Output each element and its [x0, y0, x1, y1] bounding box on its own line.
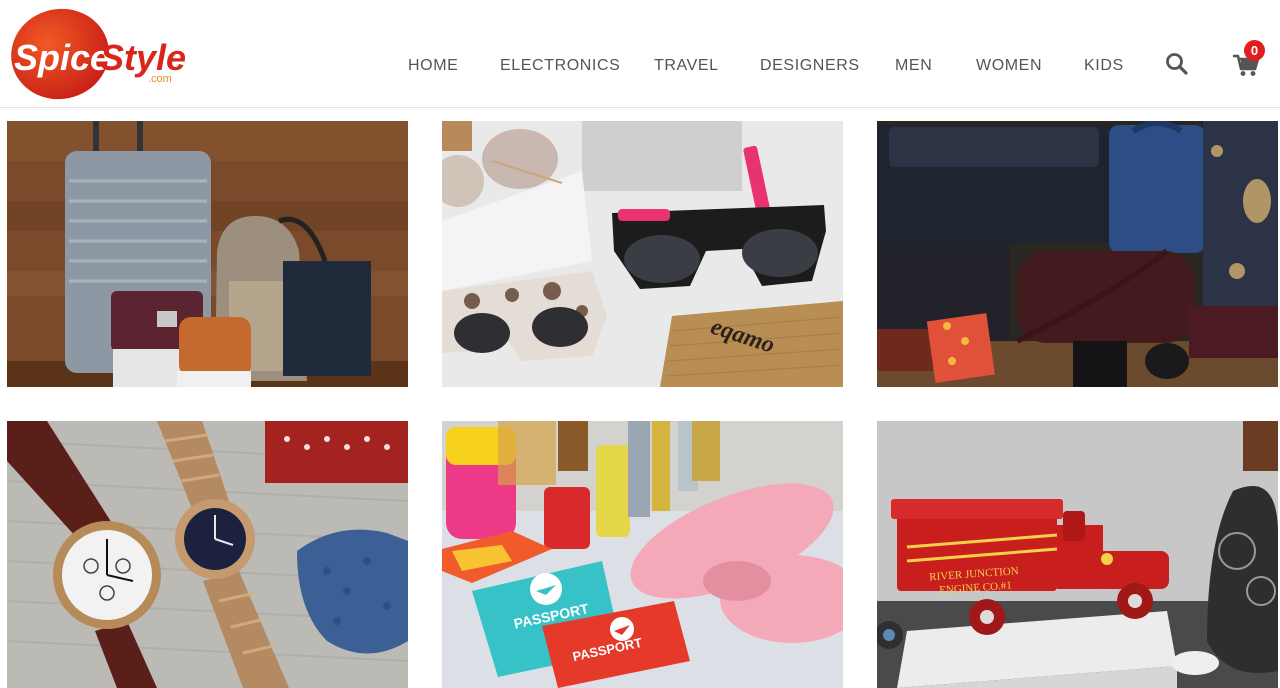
- luggage-image: [7, 121, 408, 387]
- brand-logo-graphic: Spice Style .com: [11, 8, 186, 100]
- sunglasses-image: eqamo: [442, 121, 843, 387]
- nav-travel[interactable]: TRAVEL: [654, 54, 719, 78]
- category-tile-designers[interactable]: [877, 121, 1278, 387]
- brand-logo[interactable]: Spice Style .com: [10, 8, 200, 102]
- logo-domain: .com: [148, 73, 172, 85]
- nav-designers[interactable]: DESIGNERS: [760, 54, 860, 78]
- category-tile-luggage[interactable]: [7, 121, 408, 387]
- nav-kids[interactable]: KIDS: [1084, 54, 1124, 78]
- category-tile-sunglasses[interactable]: eqamo: [442, 121, 843, 387]
- cart-count-badge: 0: [1244, 40, 1265, 61]
- nav-home[interactable]: HOME: [408, 54, 458, 78]
- nav-men[interactable]: MEN: [895, 54, 932, 78]
- logo-word-spice: Spice: [14, 37, 110, 78]
- designer-bags-image: [877, 121, 1278, 387]
- watches-image: [7, 421, 408, 688]
- travel-accessories-image: PASSPORT PASSPORT: [442, 421, 843, 688]
- nav-electronics[interactable]: ELECTRONICS: [500, 54, 620, 78]
- logo-word-style: Style: [100, 37, 186, 78]
- nav-women[interactable]: WOMEN: [976, 54, 1042, 78]
- category-tile-kids[interactable]: RIVER JUNCTION ENGINE CO.#1: [877, 421, 1278, 688]
- search-icon: [1166, 53, 1188, 75]
- site-header: Spice Style .com HOME ELECTRONICS TRAVEL…: [0, 0, 1280, 108]
- toys-image: RIVER JUNCTION ENGINE CO.#1: [877, 421, 1278, 688]
- search-button[interactable]: [1164, 51, 1190, 77]
- category-tile-travel[interactable]: PASSPORT PASSPORT: [442, 421, 843, 688]
- category-tile-watches[interactable]: [7, 421, 408, 688]
